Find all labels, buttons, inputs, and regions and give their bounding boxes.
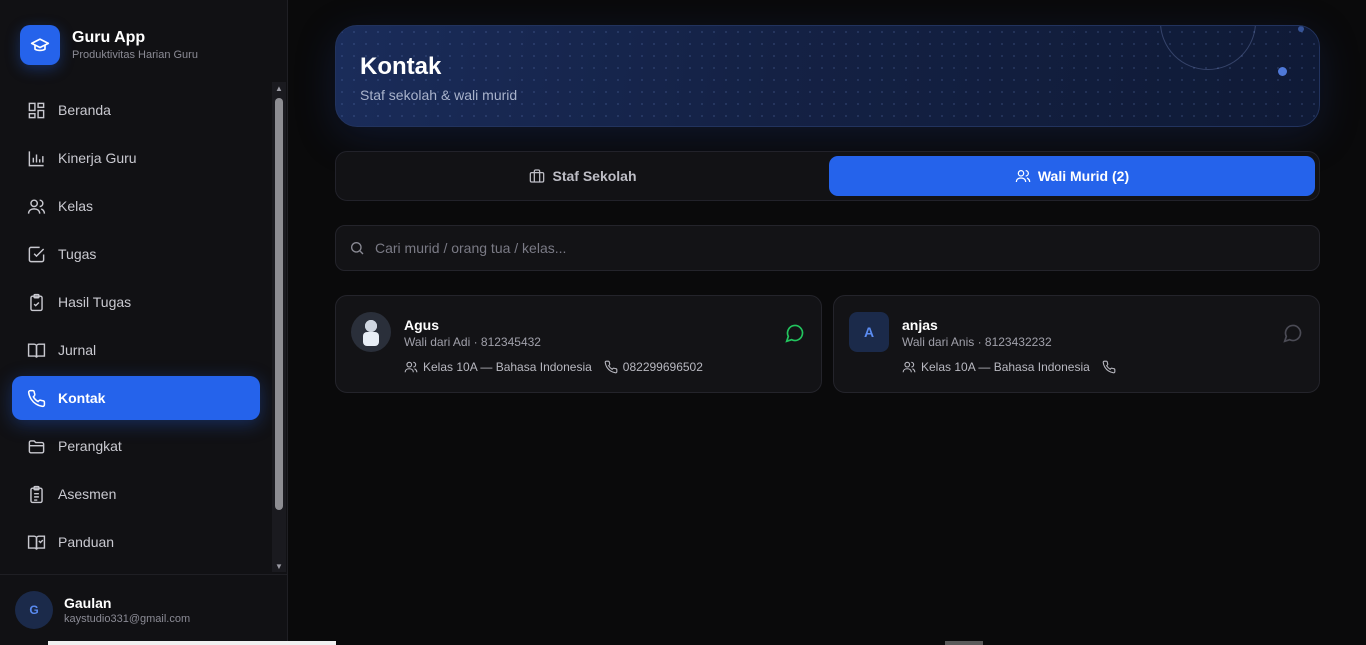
search-input[interactable] (375, 240, 1275, 256)
contact-meta: Kelas 10A — Bahasa Indonesia 08229969650… (404, 360, 703, 374)
sidebar-item-label: Panduan (58, 534, 115, 550)
phone-icon (604, 360, 618, 374)
clipboard-list-icon (26, 484, 46, 504)
user-name: Gaulan (64, 595, 112, 611)
users-icon (26, 196, 46, 216)
hero-decor-dot (1298, 26, 1304, 32)
user-email: kaystudio331@gmail.com (64, 613, 191, 625)
sidebar-item-label: Asesmen (58, 486, 117, 502)
sidebar-item-kinerja-guru[interactable]: Kinerja Guru (12, 136, 260, 180)
book-open-icon (26, 340, 46, 360)
contact-initial: A (849, 312, 889, 352)
contact-class: Kelas 10A — Bahasa Indonesia (921, 360, 1090, 374)
sidebar-item-panduan[interactable]: Panduan (12, 520, 260, 564)
page-subtitle: Staf sekolah & wali murid (360, 87, 518, 103)
sidebar-item-beranda[interactable]: Beranda (12, 88, 260, 132)
briefcase-icon (529, 168, 545, 184)
sidebar-item-label: Perangkat (58, 438, 122, 454)
sidebar-item-label: Jurnal (58, 342, 97, 358)
chat-icon[interactable] (1282, 322, 1304, 344)
phone-icon[interactable] (1102, 360, 1116, 374)
contact-class: Kelas 10A — Bahasa Indonesia (423, 360, 592, 374)
main-content: Kontak Staf sekolah & wali murid Staf Se… (288, 0, 1366, 645)
user-profile[interactable]: G Gaulan kaystudio331@gmail.com (0, 574, 287, 645)
scrollbar-thumb[interactable] (275, 98, 283, 510)
hero-decor-dot (1278, 67, 1287, 76)
search-icon (349, 240, 365, 256)
phone-icon (26, 388, 46, 408)
sidebar-scrollbar[interactable]: ▲ ▼ (272, 82, 286, 572)
contact-relation: Wali dari Adi · 812345432 (404, 335, 541, 349)
sidebar-item-asesmen[interactable]: Asesmen (12, 472, 260, 516)
graduation-cap-icon (20, 25, 60, 65)
sidebar-item-kelas[interactable]: Kelas (12, 184, 260, 228)
sidebar-item-label: Tugas (58, 246, 97, 262)
tab-label: Staf Sekolah (552, 168, 637, 184)
app-root: Guru App Produktivitas Harian Guru Beran… (0, 0, 1366, 645)
tab-staf-sekolah[interactable]: Staf Sekolah (340, 156, 826, 196)
sidebar-nav: Beranda Kinerja Guru Kelas Tugas Hasil T… (12, 88, 260, 568)
contact-name: Agus (404, 317, 439, 333)
tab-wali-murid[interactable]: Wali Murid (2) (829, 156, 1315, 196)
users-icon (902, 360, 916, 374)
users-icon (404, 360, 418, 374)
scroll-down-icon[interactable]: ▼ (272, 560, 286, 572)
avatar: G (15, 591, 53, 629)
brand-subtitle: Produktivitas Harian Guru (72, 49, 198, 61)
contact-card[interactable]: Agus Wali dari Adi · 812345432 Kelas 10A… (335, 295, 822, 393)
page-title: Kontak (360, 53, 442, 80)
contact-meta: Kelas 10A — Bahasa Indonesia (902, 360, 1121, 374)
sidebar-item-jurnal[interactable]: Jurnal (12, 328, 260, 372)
contact-phone[interactable]: 082299696502 (623, 360, 703, 374)
contact-avatar: A (849, 312, 889, 352)
horizontal-scrollbar-segment[interactable] (945, 641, 983, 645)
search-bar[interactable] (335, 225, 1320, 271)
horizontal-scrollbar-thumb[interactable] (48, 641, 336, 645)
sidebar-item-label: Kinerja Guru (58, 150, 137, 166)
contact-name: anjas (902, 317, 938, 333)
contact-tabs: Staf Sekolah Wali Murid (2) (335, 151, 1320, 201)
sidebar-item-hasil-tugas[interactable]: Hasil Tugas (12, 280, 260, 324)
sidebar-item-label: Hasil Tugas (58, 294, 132, 310)
book-check-icon (26, 532, 46, 552)
dashboard-icon (26, 100, 46, 120)
clipboard-check-icon (26, 292, 46, 312)
contact-relation: Wali dari Anis · 8123432232 (902, 335, 1052, 349)
tab-label: Wali Murid (2) (1037, 168, 1130, 184)
page-header: Kontak Staf sekolah & wali murid (335, 25, 1320, 127)
bar-chart-icon (26, 148, 46, 168)
sidebar-item-tugas[interactable]: Tugas (12, 232, 260, 276)
contact-avatar (351, 312, 391, 352)
sidebar-item-label: Kelas (58, 198, 94, 214)
contact-photo (351, 312, 391, 352)
sidebar-item-perangkat[interactable]: Perangkat (12, 424, 260, 468)
sidebar: Guru App Produktivitas Harian Guru Beran… (0, 0, 288, 645)
sidebar-item-label: Beranda (58, 102, 111, 118)
checkbox-icon (26, 244, 46, 264)
sidebar-item-kontak[interactable]: Kontak (12, 376, 260, 420)
sidebar-item-label: Kontak (58, 390, 106, 406)
scroll-up-icon[interactable]: ▲ (272, 82, 286, 94)
folder-icon (26, 436, 46, 456)
brand[interactable]: Guru App Produktivitas Harian Guru (20, 25, 198, 65)
users-icon (1015, 168, 1031, 184)
contact-card[interactable]: A anjas Wali dari Anis · 8123432232 Kela… (833, 295, 1320, 393)
chat-icon[interactable] (784, 322, 806, 344)
brand-title: Guru App (72, 29, 146, 46)
